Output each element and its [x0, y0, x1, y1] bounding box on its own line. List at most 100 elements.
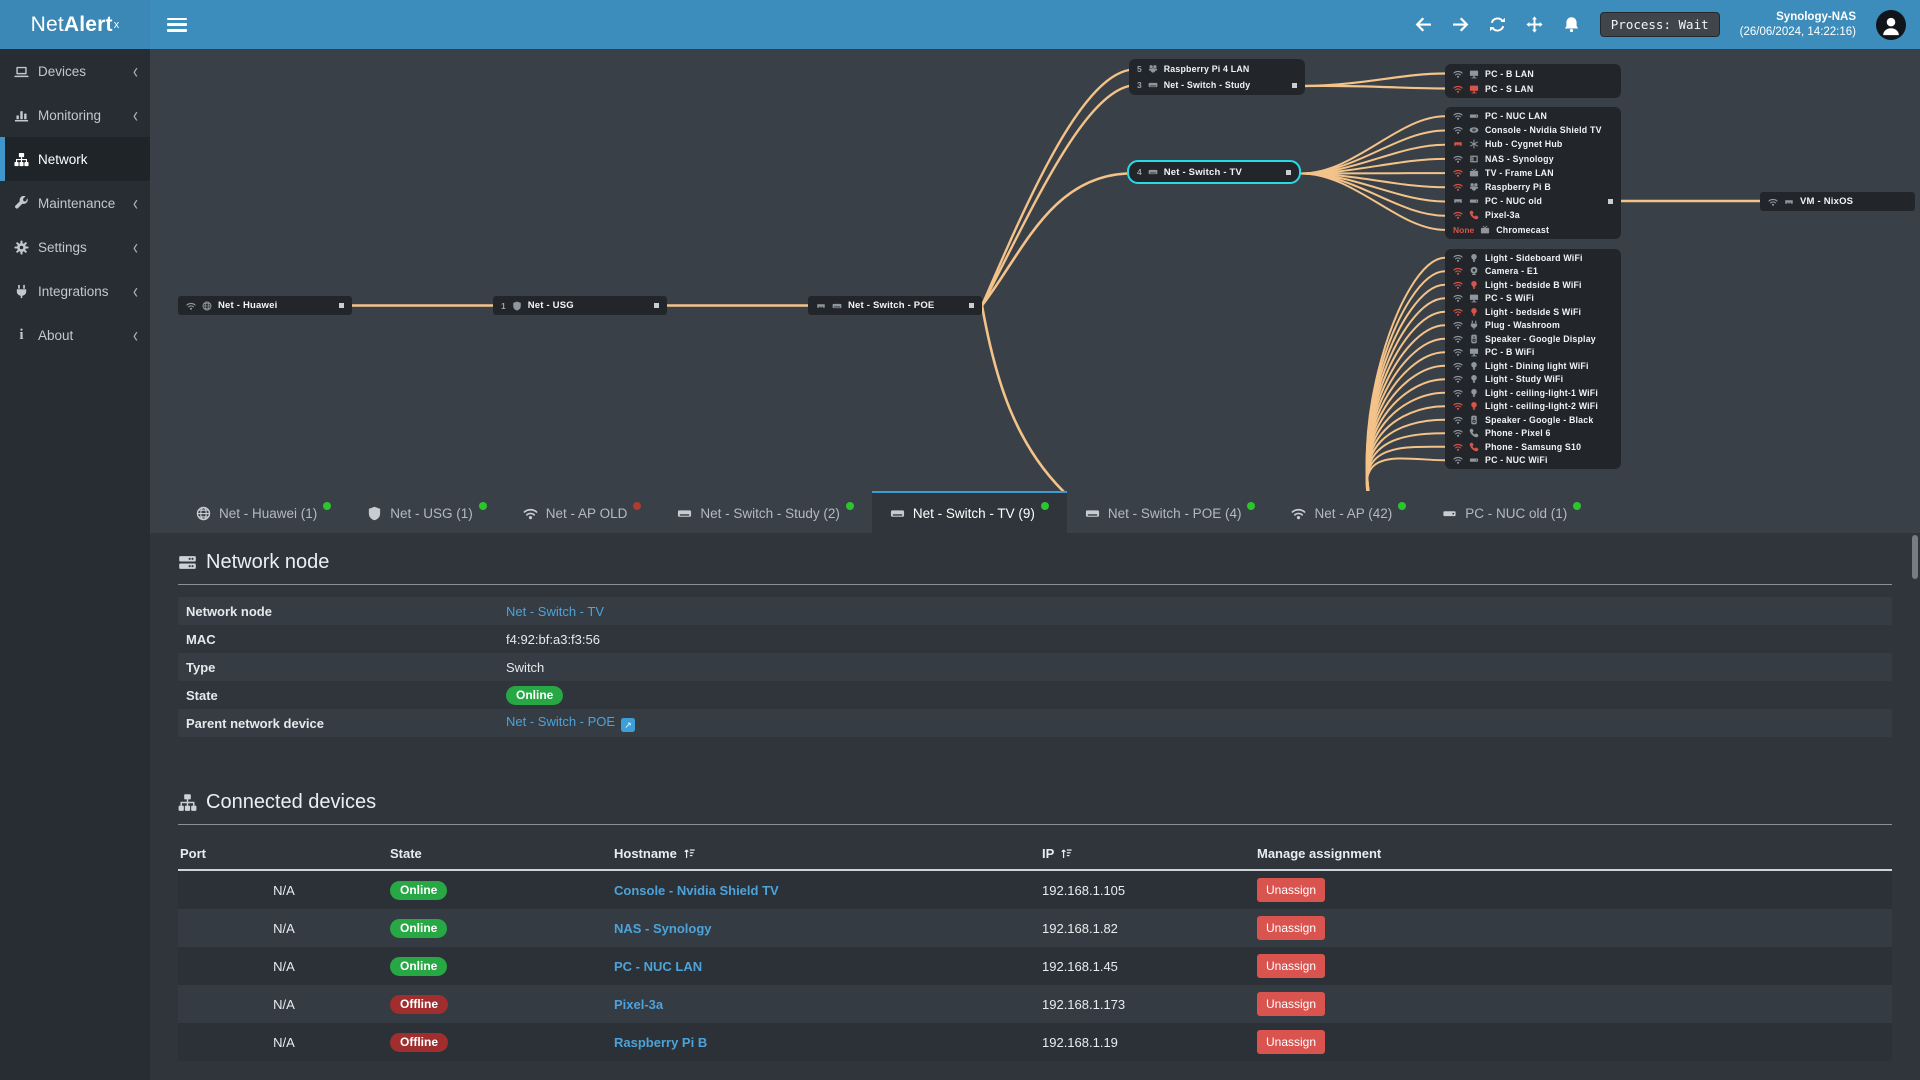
topology-edge: [1300, 172, 1446, 203]
table-header-row: Port State Hostname IP Manage assignment: [178, 837, 1892, 871]
notifications-bell-icon[interactable]: [1563, 16, 1580, 33]
sort-icon[interactable]: [683, 847, 696, 860]
collapse-handle[interactable]: [1608, 198, 1613, 204]
topology-node-phone-pixel-6[interactable]: Phone - Pixel 6: [1445, 427, 1621, 441]
node-label: Net - Switch - Study: [1163, 80, 1251, 90]
refresh-icon[interactable]: [1489, 16, 1506, 33]
unassign-button[interactable]: Unassign: [1257, 992, 1326, 1016]
topology-node-net-usg[interactable]: 1 Net - USG: [493, 296, 667, 315]
collapse-handle[interactable]: [1292, 82, 1297, 88]
collapse-handle[interactable]: [969, 303, 974, 308]
sidebar-item-settings[interactable]: Settings ‹: [0, 225, 150, 269]
collapse-handle[interactable]: [654, 303, 659, 308]
unassign-button[interactable]: Unassign: [1257, 954, 1326, 978]
unassign-button[interactable]: Unassign: [1257, 1030, 1326, 1054]
port-number: 3: [1137, 80, 1142, 90]
topology-node-pc-s-wifi[interactable]: PC - S WiFi: [1445, 292, 1621, 306]
topology-node-speaker-google-display[interactable]: Speaker - Google Display: [1445, 332, 1621, 346]
topology-node-chromecast[interactable]: None Chromecast: [1445, 223, 1621, 237]
cell-ip: 192.168.1.82: [1042, 920, 1118, 936]
topology-node-net-switch-poe[interactable]: Net - Switch - POE: [808, 296, 982, 315]
topology-node-phone-samsung-s10[interactable]: Phone - Samsung S10: [1445, 440, 1621, 454]
info-link-net-switch-poe[interactable]: Net - Switch - POE: [506, 714, 615, 729]
tab-net-ap-old[interactable]: Net - AP OLD: [505, 491, 660, 533]
host-name: Synology-NAS: [1776, 11, 1856, 24]
topology-node-pc-nuc-lan[interactable]: PC - NUC LAN: [1445, 109, 1621, 123]
topology-node-pixel-3a[interactable]: Pixel-3a: [1445, 208, 1621, 222]
topology-node-raspberry-pi-4-lan[interactable]: 5 Raspberry Pi 4 LAN: [1129, 61, 1305, 77]
topology-node-pc-b-wifi[interactable]: PC - B WiFi: [1445, 346, 1621, 360]
topology-node-pc-nuc-wifi[interactable]: PC - NUC WiFi: [1445, 454, 1621, 468]
tab-net-ap-42[interactable]: Net - AP (42): [1273, 491, 1424, 533]
chevron-left-icon: ‹: [133, 323, 138, 347]
topology-node-console-nvidia-shield-tv[interactable]: Console - Nvidia Shield TV: [1445, 123, 1621, 137]
hostname-link[interactable]: Raspberry Pi B: [614, 1035, 707, 1050]
topology-node-raspberry-pi-b[interactable]: Raspberry Pi B: [1445, 180, 1621, 194]
topology-node-vm-nixos[interactable]: VM - NixOS: [1760, 192, 1915, 211]
forward-arrow-icon[interactable]: [1452, 16, 1469, 33]
plug-icon: [14, 284, 29, 299]
bulb-icon: [1469, 374, 1479, 384]
topology-node-light-ceiling-light-2-wifi[interactable]: Light - ceiling-light-2 WiFi: [1445, 400, 1621, 414]
globe-icon: [202, 301, 212, 311]
topology-node-hub-cygnet-hub[interactable]: Hub - Cygnet Hub: [1445, 137, 1621, 151]
sidebar-item-monitoring[interactable]: Monitoring ‹: [0, 93, 150, 137]
topology-node-net-switch-tv[interactable]: 4 Net - Switch - TV: [1127, 160, 1301, 184]
hostname-link[interactable]: Console - Nvidia Shield TV: [614, 883, 779, 898]
cell-manage: Unassign: [1255, 992, 1892, 1016]
topology-node-light-ceiling-light-1-wifi[interactable]: Light - ceiling-light-1 WiFi: [1445, 386, 1621, 400]
topology-node-plug-washroom[interactable]: Plug - Washroom: [1445, 319, 1621, 333]
node-label: Pixel-3a: [1485, 210, 1520, 221]
sidebar-item-network[interactable]: Network: [0, 137, 150, 181]
topology-node-light-bedside-s-wifi[interactable]: Light - bedside S WiFi: [1445, 305, 1621, 319]
tab-net-switch-study-2[interactable]: Net - Switch - Study (2): [659, 491, 872, 533]
sidebar-toggle-icon[interactable]: [167, 17, 187, 32]
back-arrow-icon[interactable]: [1415, 16, 1432, 33]
sidebar-item-label: Devices: [38, 63, 87, 79]
move-pan-icon[interactable]: [1526, 16, 1543, 33]
collapse-handle[interactable]: [339, 303, 344, 308]
tab-net-switch-tv-9[interactable]: Net - Switch - TV (9): [871, 491, 1067, 533]
topology-node-light-bedside-b-wifi[interactable]: Light - bedside B WiFi: [1445, 278, 1621, 292]
topology-node-pc-nuc-old[interactable]: PC - NUC old: [1445, 194, 1621, 208]
topology-node-camera-e1[interactable]: Camera - E1: [1445, 265, 1621, 279]
network-topology-canvas[interactable]: Net - Huawei 1 Net - USG Net - Switch - POE…: [150, 49, 1920, 491]
hostname-link[interactable]: Pixel-3a: [614, 997, 663, 1012]
topology-node-light-study-wifi[interactable]: Light - Study WiFi: [1445, 373, 1621, 387]
wifi-icon: [1453, 69, 1463, 79]
topology-node-net-huawei[interactable]: Net - Huawei: [178, 296, 352, 315]
tab-label: Net - Switch - POE (4): [1107, 505, 1242, 521]
topology-node-speaker-google-black[interactable]: Speaker - Google - Black: [1445, 413, 1621, 427]
user-avatar[interactable]: [1876, 9, 1906, 40]
hostname-link[interactable]: PC - NUC LAN: [614, 959, 702, 974]
external-link-icon[interactable]: ↗: [621, 718, 636, 733]
collapse-handle[interactable]: [1286, 169, 1291, 175]
hostname-link[interactable]: NAS - Synology: [614, 921, 712, 936]
divider: [178, 824, 1892, 825]
topology-node-light-dining-light-wifi[interactable]: Light - Dining light WiFi: [1445, 359, 1621, 373]
tab-pc-nuc-old-1[interactable]: PC - NUC old (1): [1424, 491, 1599, 533]
topology-node-pc-b-lan[interactable]: PC - B LAN: [1445, 66, 1621, 81]
desktop-icon: [1469, 69, 1479, 79]
tab-net-usg-1[interactable]: Net - USG (1): [349, 491, 505, 533]
topology-node-tv-frame-lan[interactable]: TV - Frame LAN: [1445, 166, 1621, 180]
sidebar-item-integrations[interactable]: Integrations ‹: [0, 269, 150, 313]
vertical-scrollbar[interactable]: [1912, 535, 1918, 579]
sidebar-item-devices[interactable]: Devices ‹: [0, 49, 150, 93]
tab-net-huawei-1[interactable]: Net - Huawei (1): [178, 491, 349, 533]
node-label: Console - Nvidia Shield TV: [1485, 125, 1602, 136]
unassign-button[interactable]: Unassign: [1257, 878, 1326, 902]
topology-node-light-sideboard-wifi[interactable]: Light - Sideboard WiFi: [1445, 251, 1621, 265]
topology-node-pc-s-lan[interactable]: PC - S LAN: [1445, 81, 1621, 96]
sidebar-item-about[interactable]: i About ‹: [0, 313, 150, 357]
topology-node-net-switch-study[interactable]: 3 Net - Switch - Study: [1129, 77, 1305, 93]
sidebar-item-maintenance[interactable]: Maintenance ‹: [0, 181, 150, 225]
wifi-icon: [1453, 253, 1463, 263]
unassign-button[interactable]: Unassign: [1257, 916, 1326, 940]
app-logo[interactable]: Net Alert x: [0, 0, 150, 49]
tab-net-switch-poe-4[interactable]: Net - Switch - POE (4): [1067, 491, 1274, 533]
topology-node-nas-synology[interactable]: NAS - Synology: [1445, 152, 1621, 166]
desktop-icon: [1469, 84, 1479, 94]
sort-icon[interactable]: [1060, 847, 1073, 860]
info-link-net-switch-tv[interactable]: Net - Switch - TV: [506, 604, 604, 619]
